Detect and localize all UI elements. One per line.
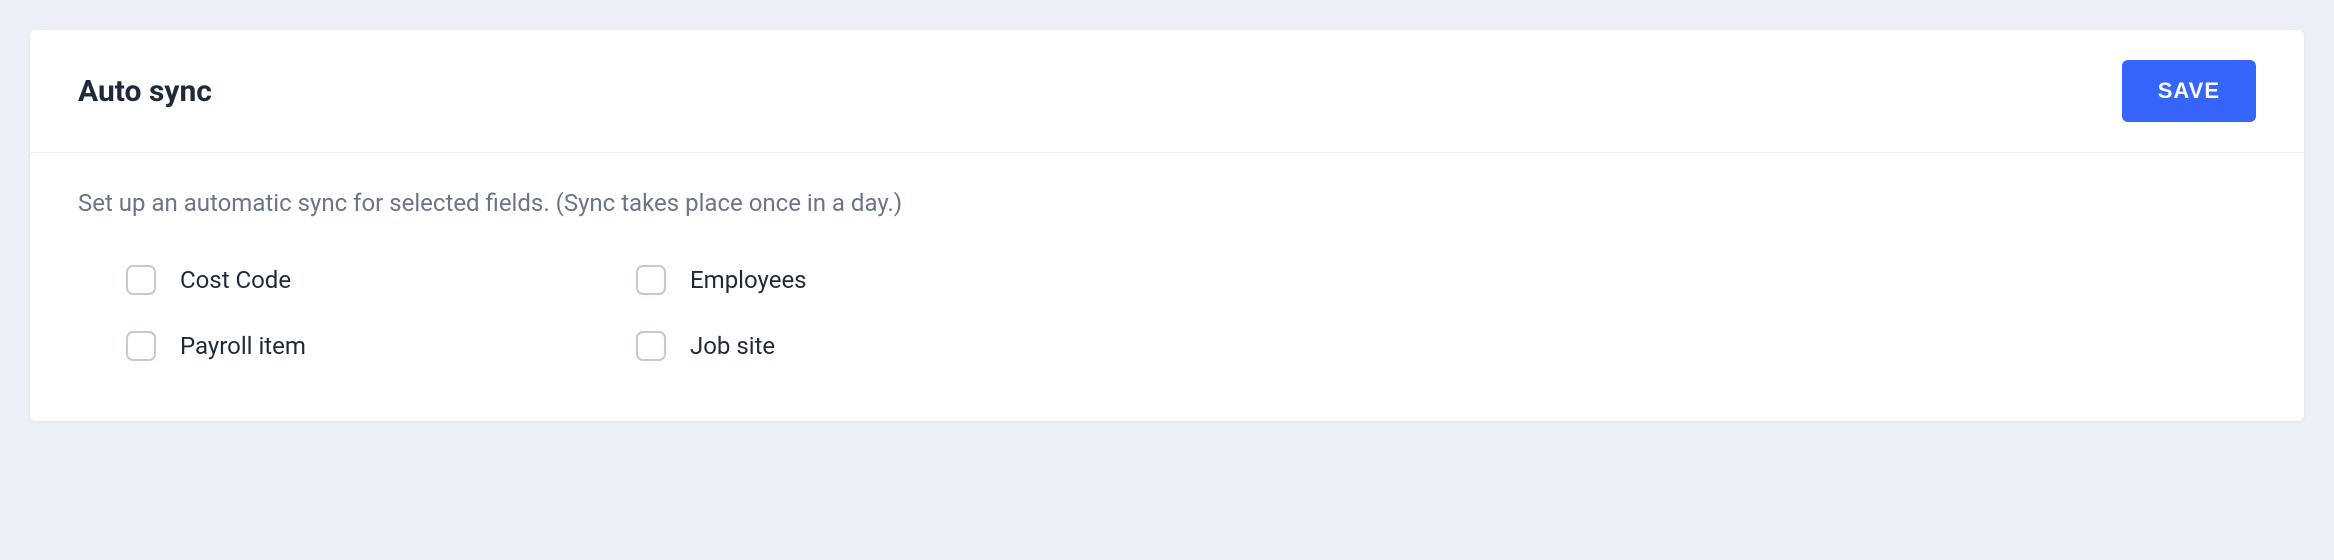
checkbox-item-cost-code: Cost Code bbox=[126, 265, 636, 295]
card-title: Auto sync bbox=[78, 74, 212, 109]
checkbox-employees[interactable] bbox=[636, 265, 666, 295]
checkbox-grid: Cost Code Employees Payroll item Job sit… bbox=[78, 265, 2256, 361]
description-text: Set up an automatic sync for selected fi… bbox=[78, 189, 2256, 217]
save-button[interactable]: SAVE bbox=[2122, 60, 2256, 122]
checkbox-label-employees[interactable]: Employees bbox=[690, 266, 807, 294]
checkbox-label-payroll-item[interactable]: Payroll item bbox=[180, 332, 306, 360]
checkbox-label-cost-code[interactable]: Cost Code bbox=[180, 266, 291, 294]
checkbox-label-job-site[interactable]: Job site bbox=[690, 332, 775, 360]
checkbox-job-site[interactable] bbox=[636, 331, 666, 361]
card-body: Set up an automatic sync for selected fi… bbox=[30, 153, 2304, 421]
card-header: Auto sync SAVE bbox=[30, 30, 2304, 153]
checkbox-payroll-item[interactable] bbox=[126, 331, 156, 361]
checkbox-cost-code[interactable] bbox=[126, 265, 156, 295]
auto-sync-card: Auto sync SAVE Set up an automatic sync … bbox=[30, 30, 2304, 421]
checkbox-item-job-site: Job site bbox=[636, 331, 1146, 361]
checkbox-item-payroll-item: Payroll item bbox=[126, 331, 636, 361]
checkbox-item-employees: Employees bbox=[636, 265, 1146, 295]
